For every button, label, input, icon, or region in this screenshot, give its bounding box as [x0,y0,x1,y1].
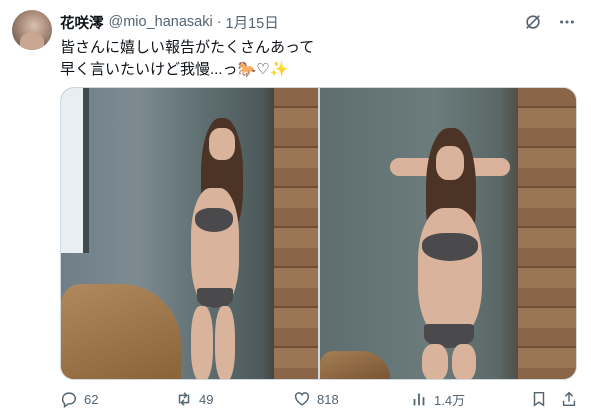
display-name[interactable]: 花咲澪 [60,12,104,33]
tweet-text: 皆さんに嬉しい報告がたくさんあって 早く言いたいけど我慢...っ🐎♡✨ [60,39,315,78]
view-count: 1.4万 [434,392,466,408]
tweet-header: 花咲澪 @mio_hanasaki · 1月15日 [60,12,577,32]
repost-button[interactable]: 49 [175,390,213,408]
header-actions [523,12,577,32]
avatar[interactable] [12,10,52,50]
more-icon[interactable] [557,12,577,32]
bookmark-button[interactable] [530,390,548,408]
repost-icon [178,392,190,406]
repost-count: 49 [199,391,214,407]
photo-1[interactable] [61,88,318,379]
share-icon [562,391,576,407]
photo-2[interactable] [319,88,576,379]
reply-button[interactable]: 62 [60,390,98,408]
bookmark-icon [533,391,545,407]
person [161,118,271,379]
views-icon [413,393,425,406]
heart-icon [294,392,310,406]
timestamp[interactable]: 1月15日 [226,12,279,33]
separator: · [216,14,222,30]
reply-icon [61,392,77,408]
person [389,128,510,379]
like-button[interactable]: 818 [293,390,339,408]
like-count: 818 [317,391,339,407]
tweet[interactable]: 花咲澪 @mio_hanasaki · 1月15日 皆さんに嬉しい報告がたくさん… [0,0,591,420]
grok-icon[interactable] [523,12,543,32]
reply-count: 62 [84,391,99,407]
share-button[interactable] [560,390,578,408]
window [61,88,89,253]
media-grid [60,87,577,380]
action-bar: 62 49 818 1.4万 [60,387,580,411]
wood-wall [518,88,576,379]
wood-wall [273,88,318,379]
sofa [319,351,390,379]
handle[interactable]: @mio_hanasaki [109,14,213,30]
views-button[interactable]: 1.4万 [410,390,465,409]
